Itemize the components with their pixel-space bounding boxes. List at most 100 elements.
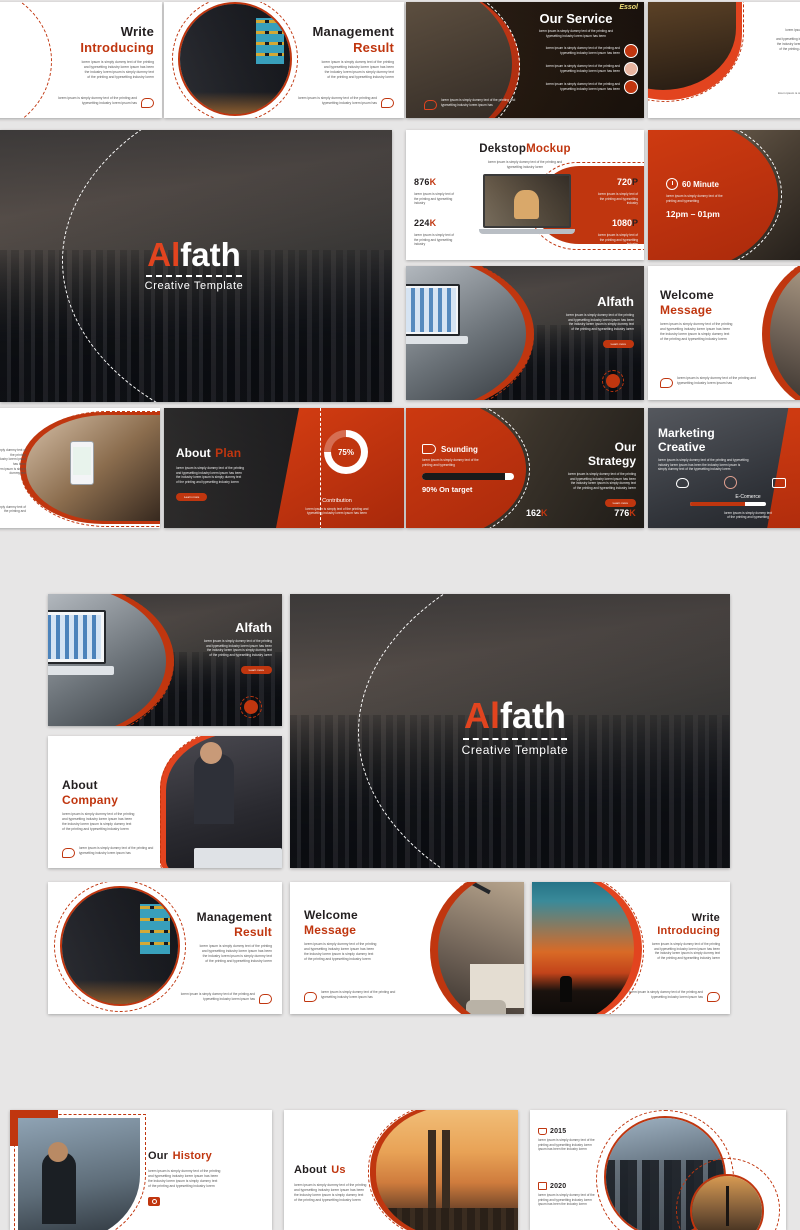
sounding-label: Sounding — [441, 444, 478, 454]
slide-about-plan[interactable]: About Plan lorem ipsum is simply dummy t… — [164, 408, 404, 528]
body-line: ipsum has been the industry lorem — [538, 1202, 587, 1207]
camera-icon — [148, 1196, 160, 1206]
on-target-progress-bar — [422, 473, 514, 481]
slide-title-secondary: Result — [234, 925, 272, 939]
body-line: printing and typesetting — [422, 462, 455, 467]
slide-management-result[interactable]: Management Result lorem ipsum is simply … — [164, 2, 404, 118]
body-line: and typesetting industry lorem ipsum has… — [0, 457, 26, 466]
body-line: of the printing and typesetting industry… — [209, 652, 272, 657]
slide-control[interactable]: trol lorem ipsum is simply dummy text of… — [0, 408, 160, 528]
learn-more-button[interactable]: Learn more — [602, 339, 634, 348]
mail-icon — [772, 477, 786, 488]
slide-our-strategy[interactable]: Sounding lorem ipsum is simply dummy tex… — [406, 408, 644, 528]
body-line: industry — [626, 201, 638, 206]
service-item[interactable]: lorem ipsum is simply dummy text of the … — [508, 80, 638, 94]
slide-title-secondary: History — [172, 1150, 212, 1162]
slide-title-primary: About — [62, 778, 98, 792]
slide-our-history[interactable]: Our History lorem ipsum is simply dummy … — [10, 1110, 272, 1230]
slide-title-primary: Our — [148, 1150, 169, 1162]
slide-title-secondary: Mockup — [526, 143, 571, 155]
minute-time-range: 12pm – 01pm — [666, 209, 720, 220]
slide-title-secondary: Introducing — [80, 40, 154, 55]
body-line: of the printing and typesetting industry… — [657, 955, 720, 960]
slide-alfath-laptop[interactable]: Alfath lorem ipsum is simply dummy text … — [406, 266, 644, 400]
slide-title-primary: Welcome — [304, 908, 358, 922]
slide-footer-line: typesetting industry lorem ipsum has — [79, 850, 131, 855]
body-line: lorem ipsum is simply dummy text of the … — [785, 28, 800, 32]
megaphone-icon — [422, 444, 436, 454]
slide-footer-line: typesetting industry lorem ipsum has — [441, 102, 493, 107]
cup-icon — [624, 80, 638, 94]
slide-sixty-minute[interactable]: 60 Minute lorem ipsum is simply dummy te… — [648, 130, 800, 260]
stat-unit: P — [631, 217, 638, 228]
quote-bubble-icon — [424, 100, 437, 110]
slide-title-secondary: Introducing — [657, 925, 720, 937]
slide-our-service[interactable]: Our Service lorem ipsum is simply dummy … — [406, 2, 644, 118]
service-item-text: lorem ipsum is simply dummy text of the … — [545, 46, 620, 55]
stat-value: 720 — [616, 177, 632, 187]
slide-about-us[interactable]: About Us lorem ipsum is simply dummy tex… — [284, 1110, 518, 1230]
stat-value: 876 — [414, 177, 430, 187]
slide-title-primary: Management — [312, 24, 394, 39]
body-line: ipsum has been the industry lorem — [538, 1147, 587, 1152]
slide-about-company[interactable]: About Company lorem ipsum is simply dumm… — [48, 736, 282, 868]
slide-footer-line: of the printing and typesetting — [727, 515, 769, 520]
slide-title-secondary: Plan — [215, 446, 242, 460]
slide-welcome-message-2[interactable]: Welcome Message lorem ipsum is simply du… — [290, 882, 524, 1014]
slide-alfath-hero-large[interactable]: Alfath Creative Template — [290, 594, 730, 868]
slide-title-alfath: Alfath — [597, 294, 634, 309]
slide-welcome-message[interactable]: Welcome Message lorem ipsum is simply du… — [648, 266, 800, 400]
stat-block: 224K lorem ipsum is simply text of the p… — [414, 213, 470, 247]
slide-footer-line: lorem ipsum is simply dummy text of the … — [0, 504, 26, 514]
slide-title-secondary: Strategy — [587, 454, 636, 468]
stat-value: 1080 — [611, 217, 632, 228]
slide-timeline[interactable]: 2015 lorem ipsum is simply dummy text of… — [530, 1110, 786, 1230]
brand-name-part2: fath — [180, 236, 241, 273]
service-item[interactable]: lorem ipsum is simply dummy text of the … — [508, 44, 638, 58]
slide-write-introducing-2[interactable]: Write Introducing lorem ipsum is simply … — [532, 882, 730, 1014]
slide-title-primary: Management — [196, 910, 272, 924]
slide-title-primary: Dekstop — [479, 143, 527, 155]
slide-management-result-2[interactable]: Management Result lorem ipsum is simply … — [48, 882, 282, 1014]
slide-alfath-hero[interactable]: Alfath Creative Template — [0, 130, 392, 402]
slide-marketing-creative[interactable]: Marketing Creative lorem ipsum is simply… — [648, 408, 800, 528]
slide-title-secondary: Company — [62, 793, 119, 807]
slide-dekstop-mockup[interactable]: DekstopMockup lorem ipsum is simply dumm… — [406, 130, 644, 260]
slide-title-secondary: Message — [660, 303, 713, 317]
body-line: of the printing and typesetting industry… — [205, 958, 272, 963]
slide-alfath-laptop-large[interactable]: Alfath lorem ipsum is simply dummy text … — [48, 594, 282, 726]
slide-title-primary: About — [176, 446, 211, 460]
body-line: lorem ipsum is simply dummy text of the — [538, 1193, 595, 1197]
target-icon — [624, 44, 638, 58]
quote-bubble-icon — [381, 98, 394, 108]
body-line: of the printing and typesetting industry… — [304, 956, 371, 961]
quote-bubble-icon — [660, 378, 673, 388]
slide-footer-line: typesetting industry lorem ipsum has — [321, 994, 373, 999]
learn-more-button[interactable]: Learn more — [176, 492, 208, 501]
gear-icon — [724, 476, 737, 489]
body-line: of the printing and typesetting industry… — [87, 74, 154, 79]
stat-value: 4 — [776, 84, 800, 91]
stat-unit: P — [631, 177, 638, 187]
stat-value: 224 — [414, 217, 430, 228]
body-line: lorem ipsum is simply dummy text of the … — [777, 91, 800, 96]
quote-bubble-icon — [62, 848, 75, 858]
slide-title-primary: Marketing — [658, 426, 715, 440]
slide-title-primary: Write — [691, 912, 720, 924]
slide-footer-line: typesetting industry lorem ipsum has — [677, 380, 733, 385]
service-item[interactable]: lorem ipsum is simply dummy text of the … — [508, 62, 638, 76]
slide-write-introducing[interactable]: Write Introducing lorem ipsum is simply … — [0, 2, 162, 118]
body-line: of the printing and typesetting industry… — [779, 46, 800, 51]
body-line: lorem ipsum is simply dummy text of the — [538, 1138, 595, 1142]
slide-title-primary: Our — [614, 440, 636, 454]
service-item-text: lorem ipsum is simply dummy text of the … — [545, 82, 620, 91]
slide-workshop-partial[interactable]: lorem ipsum is simply dummy text of the … — [648, 2, 800, 118]
body-line: industry — [414, 201, 426, 206]
learn-more-button[interactable]: Learn more — [240, 665, 272, 674]
body-line: the industry lorem ipsum is simply dummy… — [776, 41, 800, 46]
stat-value: 776 — [614, 508, 630, 518]
donut-value: 75% — [337, 447, 354, 457]
brand-logotype: Alfath — [408, 698, 622, 734]
stat-value: 162 — [526, 508, 542, 518]
gift-icon — [538, 1182, 547, 1190]
